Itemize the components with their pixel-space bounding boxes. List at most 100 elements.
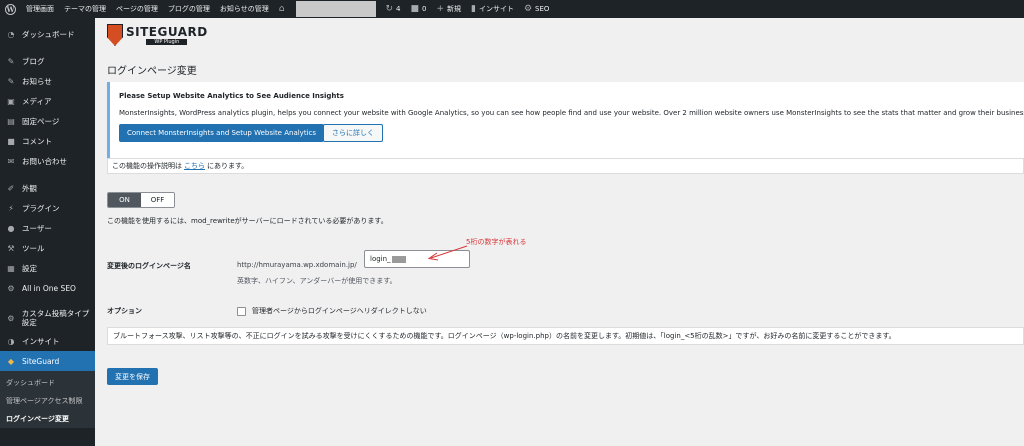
adminbar-item-blog[interactable]: ブログの管理	[163, 0, 215, 18]
insight-icon: ◑	[7, 336, 15, 346]
menu-users[interactable]: ● ユーザー	[0, 218, 95, 238]
new-label: 新規	[447, 5, 462, 13]
menu-tools[interactable]: ⚒ ツール	[0, 238, 95, 258]
mod-rewrite-warning: この機能を使用するには、mod_rewriteがサーバーにロードされている必要が…	[107, 217, 388, 225]
redacted-site-name	[296, 1, 377, 17]
seo-label: SEO	[535, 5, 550, 13]
logo-subtitle: WP Plugin	[146, 38, 188, 45]
learn-more-button[interactable]: さらに詳しく	[323, 124, 383, 142]
siteguard-logo: SITEGUARD WP Plugin	[107, 24, 208, 46]
menu-label: コメント	[22, 136, 52, 146]
menu-aioseo[interactable]: ⚙ All in One SEO	[0, 278, 95, 298]
feature-description: ブルートフォース攻撃、リスト攻撃等の、不正にログインを試みる攻撃を受けにくくする…	[107, 327, 1024, 345]
admin-bar: W 管理画面 テーマの管理 ページの管理 ブログの管理 お知らせの管理 ⌂ ↻ 4…	[0, 0, 1024, 18]
updates-button[interactable]: ↻ 4	[380, 0, 405, 18]
new-content-button[interactable]: + 新規	[431, 0, 466, 18]
manual-suffix: にあります。	[207, 162, 249, 170]
menu-media[interactable]: ▣ メディア	[0, 91, 95, 111]
manual-link[interactable]: こちら	[184, 161, 205, 171]
comment-bubble-icon: ■	[410, 4, 419, 14]
menu-contact[interactable]: ✉ お問い合わせ	[0, 151, 95, 171]
logo-title: SITEGUARD	[126, 24, 208, 39]
menu-news[interactable]: ✎ お知らせ	[0, 71, 95, 91]
wordpress-icon: W	[5, 3, 16, 15]
menu-custom-post-type[interactable]: ⚙ カスタム投稿タイプ設定	[0, 305, 95, 331]
wordpress-logo-button[interactable]: W	[0, 0, 21, 18]
menu-label: お問い合わせ	[22, 156, 67, 166]
menu-label: 固定ページ	[22, 116, 60, 126]
menu-label: SiteGuard	[22, 356, 60, 366]
adminbar-item-pages[interactable]: ページの管理	[111, 0, 163, 18]
insight-button[interactable]: ▮ インサイト	[466, 0, 519, 18]
menu-dashboard[interactable]: ◔ ダッシュボード	[0, 24, 95, 44]
adminbar-item-news[interactable]: お知らせの管理	[215, 0, 274, 18]
save-button[interactable]: 変更を保存	[107, 368, 158, 385]
redirect-checkbox[interactable]	[237, 306, 246, 316]
menu-label: ブログ	[22, 56, 45, 66]
seo-gear-icon: ⚙	[523, 4, 533, 14]
mail-icon: ✉	[7, 156, 15, 166]
menu-label: All in One SEO	[22, 283, 76, 293]
submenu-admin-filter[interactable]: 管理ページアクセス制限	[0, 392, 95, 410]
seo-icon: ⚙	[7, 283, 15, 293]
toggle-off-button[interactable]: OFF	[141, 193, 174, 207]
login-url-prefix: http://hmurayama.wp.xdomain.jp/	[237, 261, 357, 269]
annotation-text: 5桁の数字が表れる	[466, 238, 527, 246]
menu-plugins[interactable]: ⚡ プラグイン	[0, 198, 95, 218]
comment-icon: ■	[7, 136, 15, 146]
updates-icon: ↻	[385, 4, 394, 14]
gear-icon: ⚙	[7, 313, 15, 323]
menu-label: 外観	[22, 183, 37, 193]
menu-label: インサイト	[22, 336, 60, 346]
siteguard-icon: ◆	[7, 356, 15, 366]
adminbar-item-admin[interactable]: 管理画面	[21, 0, 59, 18]
menu-settings[interactable]: ▦ 設定	[0, 258, 95, 278]
submenu-dashboard[interactable]: ダッシュボード	[0, 371, 95, 392]
toggle-on-button[interactable]: ON	[108, 193, 141, 207]
menu-insight[interactable]: ◑ インサイト	[0, 331, 95, 351]
menu-pages[interactable]: ▤ 固定ページ	[0, 111, 95, 131]
dashboard-icon: ◔	[7, 29, 15, 39]
media-icon: ▣	[7, 96, 15, 106]
pin-icon: ✎	[7, 76, 15, 86]
adminbar-item-theme[interactable]: テーマの管理	[59, 0, 111, 18]
bar-chart-icon: ▮	[471, 4, 476, 14]
login-page-help: 英数字、ハイフン、アンダーバーが使用できます。	[237, 277, 397, 285]
feature-toggle: ON OFF	[107, 192, 175, 208]
annotation-arrow	[427, 245, 468, 261]
page-icon: ▤	[7, 116, 15, 126]
redirect-option[interactable]: 管理者ページからログインページへリダイレクトしない	[237, 306, 427, 316]
pin-icon: ✎	[7, 56, 15, 66]
manual-info: この機能の操作説明は こちら にあります。	[107, 158, 1024, 174]
menu-appearance[interactable]: ✐ 外観	[0, 178, 95, 198]
comments-count: 0	[422, 5, 427, 13]
brush-icon: ✐	[7, 183, 15, 193]
redacted-digits	[391, 255, 406, 263]
menu-label: カスタム投稿タイプ設定	[21, 309, 90, 327]
comments-button[interactable]: ■ 0	[405, 0, 431, 18]
menu-label: メディア	[22, 96, 52, 106]
user-icon: ●	[7, 223, 15, 233]
insight-label: インサイト	[478, 5, 514, 13]
login-page-label: 変更後のログインページ名	[107, 262, 191, 270]
plugin-icon: ⚡	[8, 203, 14, 213]
manual-prefix: この機能の操作説明は	[112, 162, 182, 170]
menu-label: 設定	[22, 263, 37, 273]
menu-siteguard[interactable]: ◆ SiteGuard	[0, 351, 95, 371]
page-title: ログインページ変更	[107, 66, 197, 77]
menu-label: ユーザー	[22, 223, 52, 233]
seo-button[interactable]: ⚙ SEO	[519, 0, 554, 18]
menu-comments[interactable]: ■ コメント	[0, 131, 95, 151]
settings-icon: ▦	[7, 263, 15, 273]
notice-body: MonsterInsights, WordPress analytics plu…	[119, 109, 1024, 117]
site-home-button[interactable]: ⌂	[274, 0, 293, 18]
menu-label: プラグイン	[22, 203, 60, 213]
notice-title: Please Setup Website Analytics to See Au…	[119, 92, 344, 100]
menu-blog[interactable]: ✎ ブログ	[0, 51, 95, 71]
main-content: SITEGUARD WP Plugin ログインページ変更 Please Set…	[95, 18, 1024, 446]
submenu-rename-login[interactable]: ログインページ変更	[0, 410, 95, 428]
connect-monsterinsights-button[interactable]: Connect MonsterInsights and Setup Websit…	[119, 124, 325, 142]
login-page-value: login_	[370, 255, 391, 263]
menu-label: ツール	[22, 243, 45, 253]
redirect-checkbox-label: 管理者ページからログインページへリダイレクトしない	[252, 307, 427, 315]
